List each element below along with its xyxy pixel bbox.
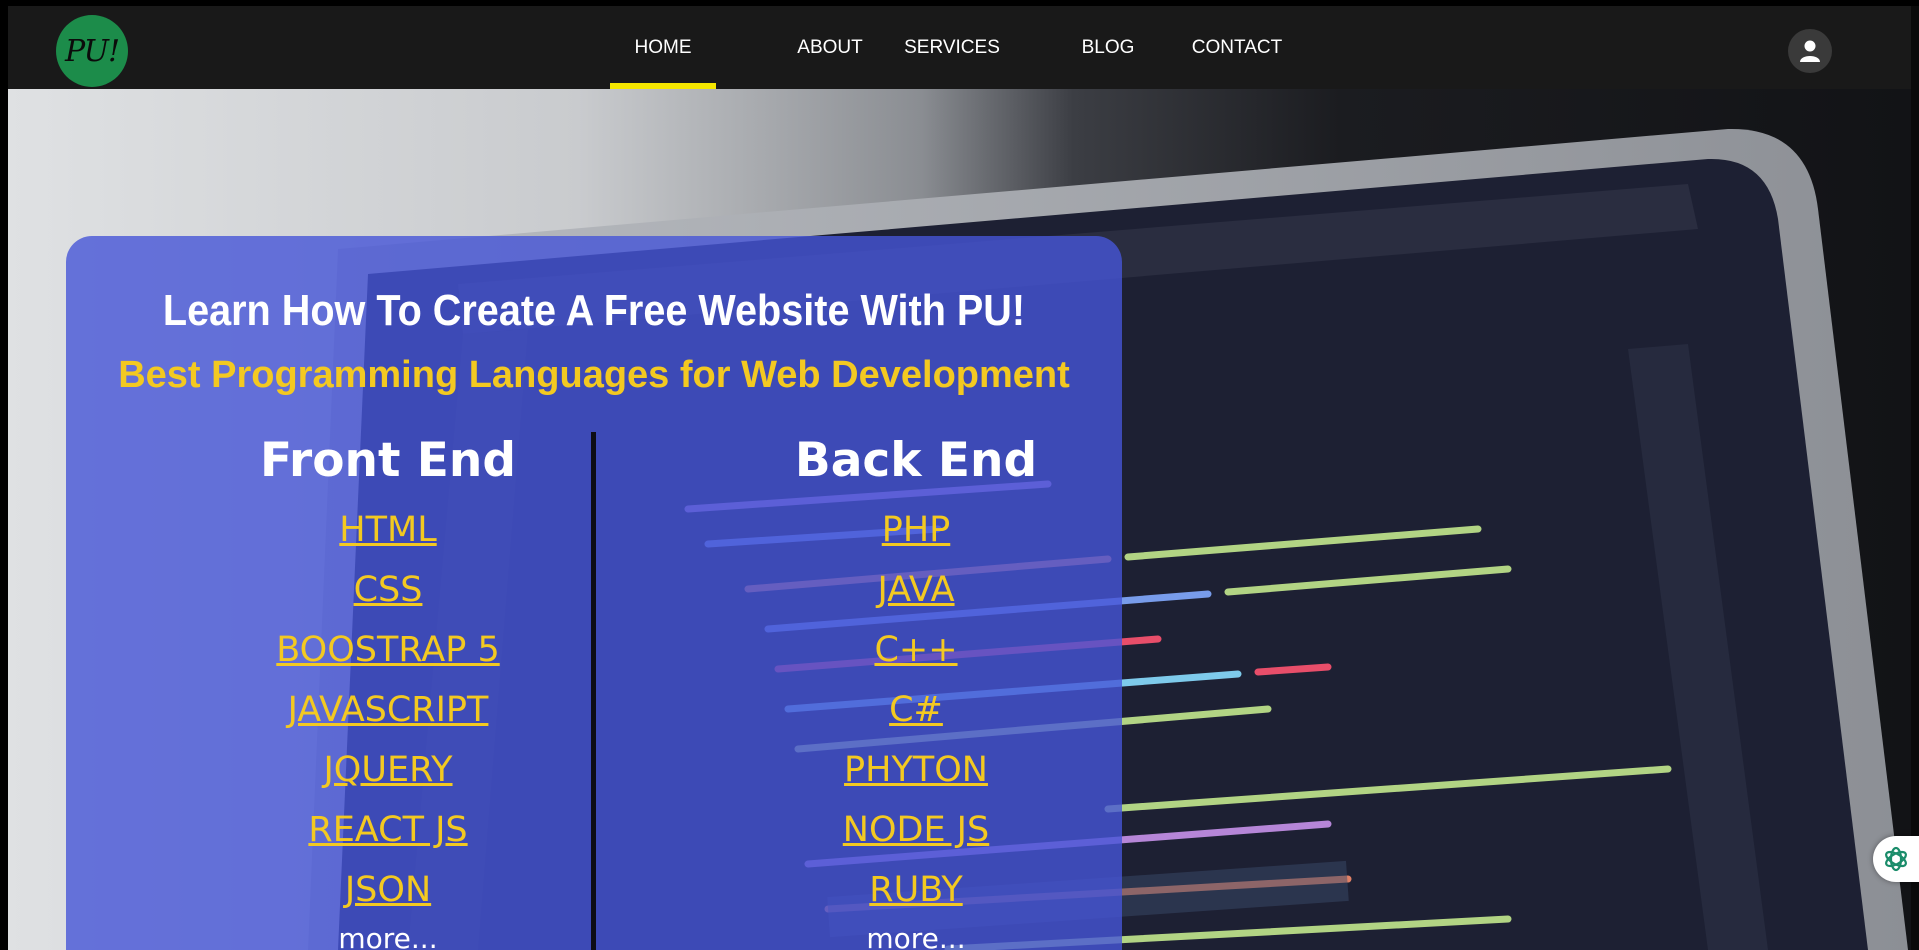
link-css[interactable]: CSS: [354, 570, 423, 610]
link-ruby[interactable]: RUBY: [869, 870, 962, 910]
list-item: PHP: [706, 500, 1126, 560]
back-end-column: Back End PHP JAVA C++ C# PHYTON NODE JS …: [706, 426, 1126, 950]
window-edge: [0, 0, 8, 950]
hero-section: Learn How To Create A Free Website With …: [8, 89, 1911, 950]
back-end-more-link[interactable]: more...: [866, 922, 965, 950]
assistant-sparkle-icon: [1885, 846, 1907, 872]
assistant-widget-button[interactable]: [1873, 836, 1919, 882]
link-bootstrap[interactable]: BOOSTRAP 5: [276, 630, 499, 670]
logo-text: PU!: [65, 33, 120, 69]
languages-card: Learn How To Create A Free Website With …: [66, 236, 1122, 950]
back-end-list: PHP JAVA C++ C# PHYTON NODE JS RUBY: [706, 500, 1126, 920]
nav-label: CONTACT: [1191, 36, 1283, 58]
link-cpp[interactable]: C++: [874, 630, 957, 670]
navbar: PU! HOME ABOUT SERVICES BLOG CONTACT: [8, 6, 1911, 89]
link-javascript[interactable]: JAVASCRIPT: [288, 690, 489, 730]
nav-label: SERVICES: [904, 36, 1000, 58]
list-item: JAVA: [706, 560, 1126, 620]
list-item: C#: [706, 680, 1126, 740]
link-csharp[interactable]: C#: [889, 690, 943, 730]
list-item: NODE JS: [706, 800, 1126, 860]
column-divider: [591, 432, 596, 950]
main-nav: HOME ABOUT SERVICES BLOG CONTACT: [610, 6, 1283, 89]
nav-blog[interactable]: BLOG: [1004, 6, 1180, 89]
user-icon: [1800, 40, 1820, 62]
list-item: C++: [706, 620, 1126, 680]
link-python[interactable]: PHYTON: [844, 750, 988, 790]
list-item: REACT JS: [178, 800, 598, 860]
list-item: PHYTON: [706, 740, 1126, 800]
back-end-title: Back End: [794, 433, 1038, 488]
nav-about[interactable]: ABOUT: [716, 6, 900, 89]
list-item: RUBY: [706, 860, 1126, 920]
front-end-list: HTML CSS BOOSTRAP 5 JAVASCRIPT JQUERY RE…: [178, 500, 598, 920]
link-react-js[interactable]: REACT JS: [308, 810, 467, 850]
hero-title: Learn How To Create A Free Website With …: [162, 286, 1026, 335]
list-item: JQUERY: [178, 740, 598, 800]
list-item: JAVASCRIPT: [178, 680, 598, 740]
front-end-title: Front End: [259, 433, 517, 488]
list-item: CSS: [178, 560, 598, 620]
nav-home[interactable]: HOME: [610, 6, 716, 89]
user-account-button[interactable]: [1788, 29, 1832, 73]
link-html[interactable]: HTML: [339, 510, 436, 550]
link-jquery[interactable]: JQUERY: [323, 750, 452, 790]
logo[interactable]: PU!: [56, 15, 128, 87]
nav-label: ABOUT: [797, 36, 863, 58]
link-php[interactable]: PHP: [882, 510, 951, 550]
link-json[interactable]: JSON: [345, 870, 431, 910]
hero-subtitle: Best Programming Languages for Web Devel…: [118, 354, 1070, 396]
list-item: HTML: [178, 500, 598, 560]
nav-label: BLOG: [1081, 36, 1135, 58]
front-end-more-link[interactable]: more...: [338, 922, 437, 950]
list-item: JSON: [178, 860, 598, 920]
nav-contact[interactable]: CONTACT: [1180, 6, 1283, 89]
browser-viewport: PU! HOME ABOUT SERVICES BLOG CONTACT Lea…: [0, 0, 1919, 950]
nav-label: HOME: [634, 36, 692, 58]
link-node-js[interactable]: NODE JS: [843, 810, 989, 850]
front-end-more-wrap: more...: [178, 922, 598, 950]
back-end-more-wrap: more...: [706, 922, 1126, 950]
list-item: BOOSTRAP 5: [178, 620, 598, 680]
nav-services[interactable]: SERVICES: [900, 6, 1004, 89]
link-java[interactable]: JAVA: [877, 570, 954, 610]
front-end-column: Front End HTML CSS BOOSTRAP 5 JAVASCRIPT…: [178, 426, 598, 950]
